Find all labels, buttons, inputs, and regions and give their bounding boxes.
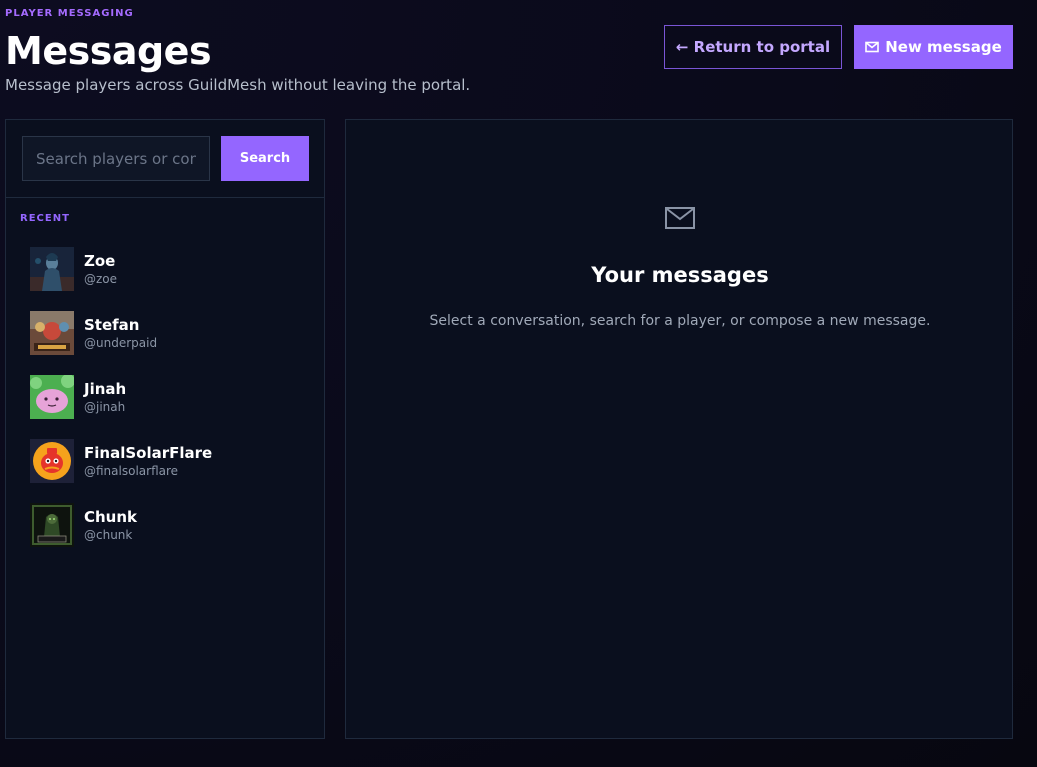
contact-name: Zoe (84, 251, 116, 270)
return-to-portal-button[interactable]: ← Return to portal (664, 25, 842, 69)
new-message-label: New message (885, 38, 1002, 56)
return-to-portal-label: ← Return to portal (675, 38, 831, 56)
avatar (30, 503, 74, 547)
avatar (30, 439, 74, 483)
avatar (30, 311, 74, 355)
empty-state-description: Select a conversation, search for a play… (429, 313, 931, 329)
avatar (30, 375, 74, 419)
recent-label: RECENT (20, 213, 70, 224)
contact-name: FinalSolarFlare (84, 443, 213, 462)
avatar (30, 247, 74, 291)
page-subtitle: Message players across GuildMesh without… (5, 76, 471, 94)
page-title: Messages (5, 29, 212, 73)
mail-icon (665, 207, 695, 229)
contact-name: Jinah (84, 379, 127, 398)
contact-handle: @zoe (84, 271, 118, 286)
contact-handle: @underpaid (84, 335, 158, 350)
empty-state-title: Your messages (591, 263, 769, 287)
search-input[interactable] (22, 136, 210, 181)
contact-handle: @finalsolarflare (84, 463, 179, 478)
contact-item-finalsolarflare[interactable]: FinalSolarFlare @finalsolarflare (30, 439, 310, 483)
contact-item-jinah[interactable]: Jinah @jinah (30, 375, 310, 419)
search-button[interactable]: Search (221, 136, 309, 181)
contact-item-stefan[interactable]: Stefan @underpaid (30, 311, 310, 355)
new-message-button[interactable]: New message (854, 25, 1013, 69)
contact-item-zoe[interactable]: Zoe @zoe (30, 247, 310, 291)
page-eyebrow: PLAYER MESSAGING (5, 8, 134, 19)
conversation-panel: Your messages Select a conversation, sea… (345, 119, 1013, 739)
contact-handle: @chunk (84, 527, 133, 542)
mail-icon (865, 41, 880, 53)
search-row: Search (6, 120, 324, 198)
contact-handle: @jinah (84, 399, 126, 414)
contact-item-chunk[interactable]: Chunk @chunk (30, 503, 310, 547)
contact-name: Chunk (84, 507, 138, 526)
conversation-sidebar: Search RECENT Zoe @zoe (5, 119, 325, 739)
contact-name: Stefan (84, 315, 140, 334)
